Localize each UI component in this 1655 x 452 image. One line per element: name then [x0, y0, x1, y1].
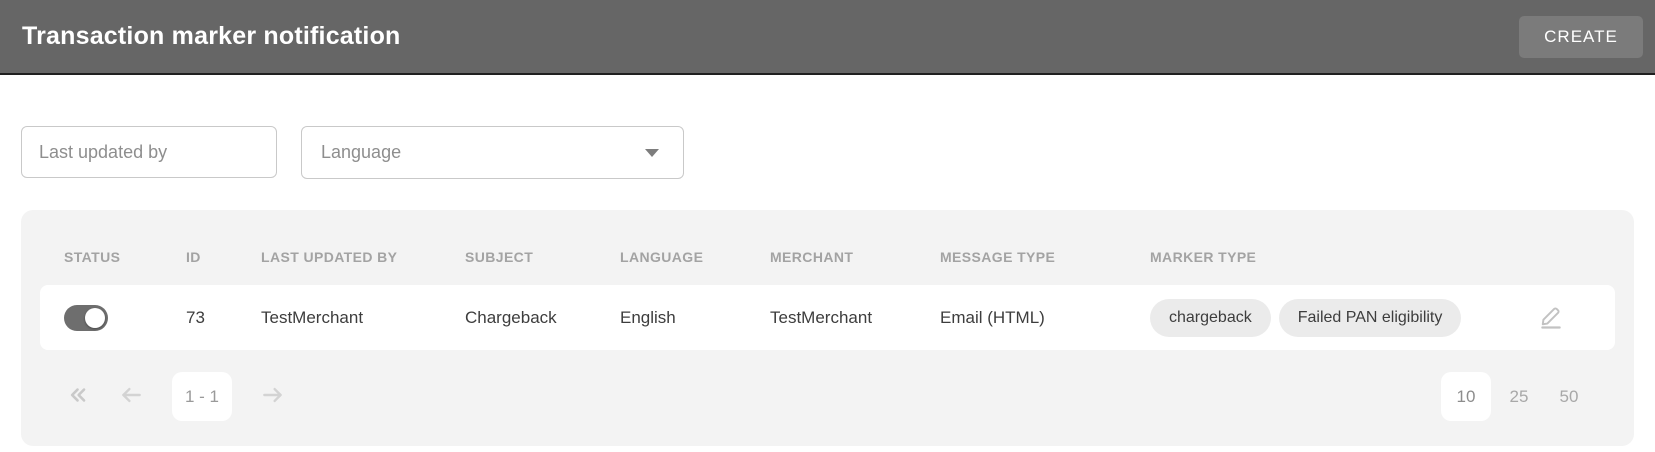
- create-button[interactable]: CREATE: [1519, 16, 1643, 58]
- pencil-icon: [1538, 317, 1564, 332]
- page-range-indicator: 1 - 1: [172, 372, 232, 421]
- marker-type-chip: Failed PAN eligibility: [1279, 299, 1462, 337]
- last-updated-by-cell: TestMerchant: [261, 308, 465, 328]
- page-size-10-selected[interactable]: 10: [1441, 372, 1491, 421]
- actions-cell: [1511, 299, 1591, 336]
- pagination-bar: 1 - 1 10 25 50: [40, 372, 1615, 421]
- table-header-row: STATUS ID LAST UPDATED BY SUBJECT LANGUA…: [40, 210, 1615, 285]
- double-chevron-left-icon: [64, 382, 90, 411]
- column-header-language: LANGUAGE: [620, 249, 770, 265]
- toggle-knob: [85, 308, 105, 328]
- merchant-cell: TestMerchant: [770, 308, 940, 328]
- arrow-left-icon: [118, 382, 144, 411]
- column-header-subject: SUBJECT: [465, 249, 620, 265]
- next-page-button[interactable]: [260, 384, 286, 410]
- column-header-last-updated-by: LAST UPDATED BY: [261, 249, 465, 265]
- filters-bar: Language: [21, 126, 1655, 179]
- status-cell: [64, 305, 186, 331]
- subject-cell: Chargeback: [465, 308, 620, 328]
- marker-type-cell: chargeback Failed PAN eligibility: [1150, 299, 1511, 337]
- language-select-label: Language: [321, 142, 401, 163]
- page-title: Transaction marker notification: [22, 22, 401, 51]
- pager-controls: 1 - 1: [64, 372, 286, 421]
- column-header-message-type: MESSAGE TYPE: [940, 249, 1150, 265]
- column-header-status: STATUS: [64, 249, 186, 265]
- page-size-25[interactable]: 25: [1497, 387, 1541, 407]
- page-size-50[interactable]: 50: [1547, 387, 1591, 407]
- id-cell: 73: [186, 308, 261, 328]
- caret-down-icon: [645, 149, 659, 157]
- column-header-id: ID: [186, 249, 261, 265]
- notifications-table-panel: STATUS ID LAST UPDATED BY SUBJECT LANGUA…: [21, 210, 1634, 446]
- marker-type-chip: chargeback: [1150, 299, 1271, 337]
- message-type-cell: Email (HTML): [940, 308, 1150, 328]
- column-header-marker-type: MARKER TYPE: [1150, 249, 1511, 265]
- first-page-button[interactable]: [64, 384, 90, 410]
- table-row: 73 TestMerchant Chargeback English TestM…: [40, 285, 1615, 350]
- edit-button[interactable]: [1534, 299, 1568, 336]
- app-header: Transaction marker notification CREATE: [0, 0, 1655, 75]
- status-toggle-on[interactable]: [64, 305, 108, 331]
- language-cell: English: [620, 308, 770, 328]
- language-select[interactable]: Language: [301, 126, 684, 179]
- column-header-merchant: MERCHANT: [770, 249, 940, 265]
- page-size-selector: 10 25 50: [1441, 372, 1591, 421]
- last-updated-by-input[interactable]: [21, 126, 277, 178]
- arrow-right-icon: [260, 382, 286, 411]
- previous-page-button[interactable]: [118, 384, 144, 410]
